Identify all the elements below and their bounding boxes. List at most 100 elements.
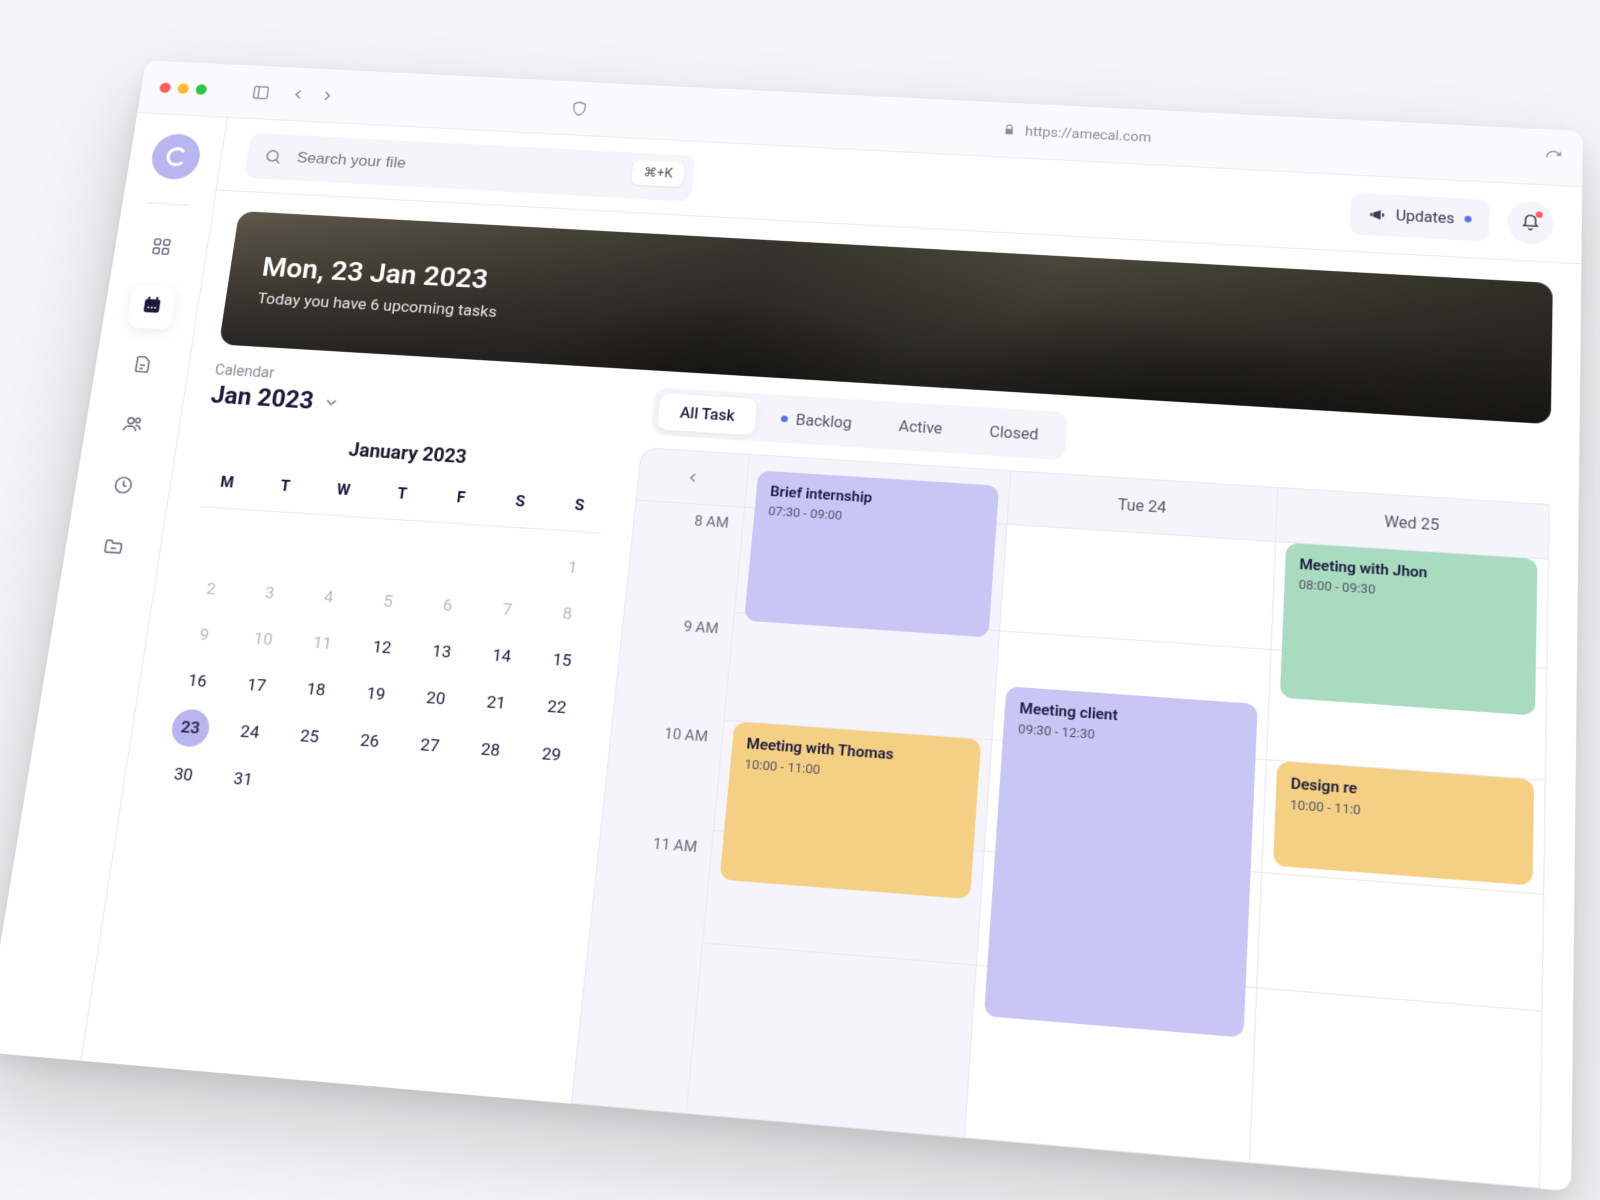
lock-icon: [1003, 124, 1016, 136]
calendar-day[interactable]: 1: [540, 543, 605, 593]
event-card[interactable]: Meeting with Jhon08:00 - 09:30: [1280, 543, 1538, 716]
schedule-prev-button[interactable]: [637, 448, 750, 508]
calendar-day[interactable]: 7: [475, 585, 540, 635]
updates-label: Updates: [1395, 207, 1454, 227]
filter-all-task[interactable]: All Task: [657, 393, 758, 435]
filter-closed[interactable]: Closed: [966, 412, 1061, 454]
day-column: Meeting with Jhon08:00 - 09:30 Design re1…: [1249, 542, 1548, 1187]
app-logo[interactable]: [148, 133, 202, 180]
updates-indicator-dot: [1464, 216, 1471, 223]
app-window: https://amecal.com: [0, 60, 1583, 1191]
file-icon: [130, 354, 154, 379]
calendar-day[interactable]: 13: [409, 627, 475, 678]
search-icon: [263, 147, 284, 165]
calendar-icon: [139, 295, 163, 319]
logo-icon: [161, 144, 190, 170]
schedule-grid: Mon 23Tue 24Wed 25 8 AM9 AM10 AM11 AMBri…: [571, 447, 1550, 1189]
calendar-day[interactable]: 3: [237, 569, 302, 619]
minimize-window-button[interactable]: [177, 83, 189, 94]
dow-cell: T: [371, 477, 434, 510]
dow-cell: W: [312, 473, 374, 506]
calendar-day[interactable]: 8: [535, 589, 600, 639]
dow-cell: S: [489, 485, 552, 518]
sidebar-item-folders[interactable]: [86, 524, 138, 572]
calendar-day[interactable]: 26: [336, 716, 402, 768]
event-card[interactable]: Design re10:00 - 11:0: [1273, 761, 1534, 885]
search-input[interactable]: [294, 148, 677, 187]
event-card[interactable]: Meeting with Thomas10:00 - 11:00: [719, 722, 981, 900]
calendar-day[interactable]: 21: [463, 678, 529, 729]
event-card[interactable]: Brief internship07:30 - 09:00: [744, 470, 999, 637]
filter-dot: [781, 415, 788, 422]
sidebar-item-history[interactable]: [96, 463, 148, 510]
event-card[interactable]: Meeting client09:30 - 12:30: [984, 686, 1257, 1037]
month-picker-value: Jan 2023: [209, 381, 315, 415]
dow-cell: M: [196, 466, 258, 499]
close-window-button[interactable]: [159, 82, 171, 93]
calendar-day[interactable]: 12: [349, 623, 415, 674]
calendar-day[interactable]: 27: [397, 720, 463, 772]
sidebar-divider: [147, 202, 189, 205]
calendar-day[interactable]: 5: [355, 577, 420, 627]
chevron-left-icon: [684, 469, 701, 485]
calendar-day[interactable]: 24: [217, 707, 283, 758]
calendar-day[interactable]: 10: [230, 614, 296, 664]
time-label: 11 AM: [590, 822, 713, 943]
sidebar-item-notes[interactable]: [116, 343, 167, 389]
schedule-body: 8 AM9 AM10 AM11 AMBrief internship07:30 …: [572, 501, 1548, 1188]
sidebar-toggle-icon[interactable]: [251, 83, 272, 101]
calendar-day[interactable]: 19: [343, 669, 409, 720]
search-shortcut: ⌘+K: [631, 159, 685, 186]
calendar-day[interactable]: 14: [469, 631, 535, 682]
users-icon: [120, 414, 144, 439]
folder-icon: [100, 536, 125, 562]
maximize-window-button[interactable]: [195, 84, 207, 95]
calendar-day[interactable]: 31: [210, 754, 277, 806]
url-text: https://amecal.com: [1025, 123, 1152, 145]
sidebar-item-dashboard[interactable]: [135, 226, 186, 271]
calendar-day[interactable]: 9: [171, 610, 237, 660]
filter-active[interactable]: Active: [876, 406, 966, 448]
calendar-day[interactable]: 29: [518, 729, 584, 781]
time-label: 10 AM: [602, 713, 723, 831]
calendar-day[interactable]: 17: [223, 660, 289, 711]
privacy-shield-icon[interactable]: [570, 100, 589, 116]
dow-cell: F: [430, 481, 493, 514]
notifications-button[interactable]: [1507, 200, 1554, 245]
calendar-day[interactable]: 2: [178, 565, 243, 615]
window-controls: [159, 82, 208, 95]
calendar-day[interactable]: 22: [524, 682, 590, 734]
dow-cell: T: [254, 470, 316, 503]
calendar-day[interactable]: 28: [457, 725, 523, 777]
calendar-day[interactable]: 4: [296, 573, 361, 623]
calendar-day[interactable]: 6: [415, 581, 480, 631]
search-box[interactable]: ⌘+K: [244, 132, 695, 201]
calendar-day[interactable]: 30: [150, 749, 217, 801]
time-label: 8 AM: [625, 501, 744, 613]
calendar-day[interactable]: 25: [276, 711, 342, 763]
clock-icon: [110, 474, 134, 499]
nav-back-button[interactable]: [289, 86, 308, 102]
calendar-day[interactable]: 11: [289, 618, 355, 668]
calendar-day[interactable]: 23: [157, 702, 223, 753]
calendar-day[interactable]: 16: [164, 656, 230, 707]
mini-calendar-dow: MTWTFSS: [196, 466, 611, 522]
megaphone-icon: [1368, 206, 1386, 223]
sidebar-item-calendar[interactable]: [126, 284, 177, 329]
mini-calendar-grid: 1234567891011121314151617181920212223242…: [150, 520, 605, 830]
dow-cell: S: [548, 488, 611, 521]
filter-backlog[interactable]: Backlog: [758, 399, 875, 442]
nav-forward-button[interactable]: [318, 87, 337, 103]
bell-icon: [1520, 213, 1540, 232]
calendar-day[interactable]: 15: [529, 635, 595, 686]
sidebar-item-team[interactable]: [106, 403, 158, 450]
day-column: Brief internship07:30 - 09:00Meeting wit…: [686, 508, 1007, 1137]
grid-icon: [149, 236, 173, 260]
schedule-panel: All TaskBacklogActiveClosed Mon 23Tue 24…: [571, 387, 1551, 1189]
chevron-down-icon: [322, 394, 341, 412]
day-column: Meeting client09:30 - 12:30: [964, 525, 1274, 1162]
updates-button[interactable]: Updates: [1349, 192, 1490, 241]
calendar-day[interactable]: 20: [403, 673, 469, 724]
refresh-button[interactable]: [1544, 149, 1562, 166]
calendar-day[interactable]: 18: [283, 665, 349, 716]
